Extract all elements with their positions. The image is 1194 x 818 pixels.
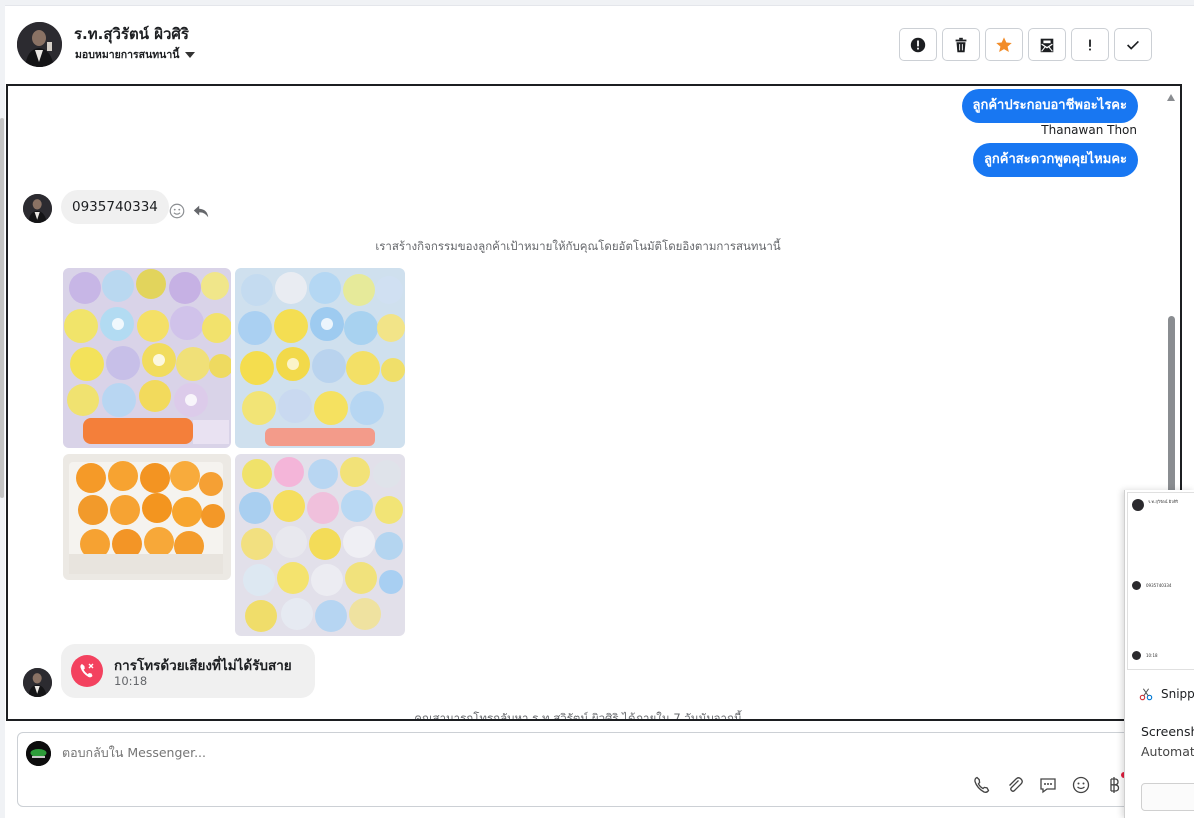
star-button[interactable]	[985, 28, 1023, 61]
assign-conversation-dropdown[interactable]: มอบหมายการสนทนานี้	[75, 46, 196, 63]
trash-icon	[955, 37, 967, 52]
snipping-title: Screenshot copied to clipboard	[1141, 724, 1194, 739]
snipping-action-button[interactable]	[1141, 783, 1194, 811]
missed-call-time: 10:18	[114, 674, 148, 688]
thumb-name: ร.ท.สุวิรัตน์ ผิวศิริ	[1148, 499, 1179, 504]
follow-up-button[interactable]	[1071, 28, 1109, 61]
sender-name: Thanawan Thon	[1041, 123, 1137, 137]
attach-button[interactable]	[1004, 774, 1025, 795]
thumb-avatar	[1132, 651, 1141, 660]
paperclip-icon	[1008, 776, 1023, 792]
exclamation-icon	[1089, 39, 1091, 50]
contact-avatar[interactable]	[23, 668, 52, 697]
missed-call-card[interactable]: การโทรด้วยเสียงที่ไม่ได้รับสาย 10:18	[61, 644, 315, 698]
outgoing-message[interactable]: ลูกค้าประกอบอาชีพอะไรคะ	[961, 89, 1138, 123]
missed-call-icon	[71, 655, 103, 687]
orange-jelly-box-photo[interactable]	[63, 454, 231, 580]
composer-tools	[971, 772, 1127, 795]
outgoing-message[interactable]: ลูกค้าสะดวกพูดคุยไหมคะ	[972, 143, 1138, 177]
phone-icon	[973, 776, 989, 793]
contact-name[interactable]: ร.ท.สุวิรัตน์ ผิวศิริ	[74, 22, 189, 46]
reply-icon[interactable]	[192, 202, 210, 220]
emoji-button[interactable]	[1070, 774, 1091, 795]
photo-image	[235, 454, 405, 636]
jelly-cups-photo-3[interactable]	[235, 454, 405, 636]
mail-open-icon	[1040, 38, 1054, 52]
contact-avatar-image	[23, 194, 52, 223]
contact-avatar-image	[23, 668, 52, 697]
star-icon	[996, 36, 1012, 52]
alert-circle-icon	[910, 37, 926, 52]
mark-done-button[interactable]	[1114, 28, 1152, 61]
jelly-cups-photo-1[interactable]	[63, 268, 231, 448]
call-button[interactable]	[971, 774, 992, 795]
check-icon	[1127, 40, 1139, 50]
contact-avatar[interactable]	[23, 194, 52, 223]
message-tools	[168, 202, 210, 220]
screenshot-thumbnail[interactable]: ร.ท.สุวิรัตน์ ผิวศิริ 0935740334 10:18	[1127, 492, 1194, 670]
scrollbar-thumb[interactable]	[1168, 316, 1175, 496]
photo-image	[63, 268, 231, 448]
snipping-tool-notification[interactable]: ร.ท.สุวิรัตน์ ผิวศิริ 0935740334 10:18 S…	[1124, 490, 1194, 818]
photo-image	[63, 454, 231, 580]
thumb-message: 10:18	[1146, 653, 1158, 658]
saved-replies-button[interactable]	[1037, 774, 1058, 795]
baht-icon	[1109, 776, 1119, 793]
emoji-icon	[1072, 776, 1089, 793]
missed-call-title: การโทรด้วยเสียงที่ไม่ได้รับสาย	[114, 658, 292, 674]
spam-button[interactable]	[899, 28, 937, 61]
caret-down-icon	[185, 51, 196, 58]
top-divider	[0, 0, 1194, 6]
snipping-app-name: Snipping Tool	[1161, 687, 1194, 701]
assign-label: มอบหมายการสนทนานี้	[75, 49, 180, 61]
callback-note: คุณสามารถโทรกลับหา ร.ท.สุวิรัตน์ ผิวศิริ…	[414, 711, 742, 721]
thumb-avatar	[1132, 581, 1141, 590]
scissors-icon	[1139, 688, 1153, 701]
messenger-inbox-page: ร.ท.สุวิรัตน์ ผิวศิริ มอบหมายการสนทนานี้	[0, 0, 1194, 818]
mark-unread-button[interactable]	[1028, 28, 1066, 61]
saved-reply-icon	[1039, 777, 1056, 793]
conversation-header: ร.ท.สุวิรัตน์ ผิวศิริ มอบหมายการสนทนานี้	[8, 8, 1174, 80]
header-actions	[899, 28, 1152, 61]
page-avatar	[26, 741, 51, 766]
incoming-message[interactable]: 0935740334	[61, 190, 169, 224]
payment-button[interactable]	[1103, 772, 1127, 795]
thumb-avatar	[1132, 499, 1144, 511]
snipping-subtitle: Automatically saved to screenshots folde…	[1141, 744, 1194, 759]
scroll-up-arrow-icon[interactable]	[1167, 94, 1175, 101]
page-logo	[26, 741, 51, 766]
system-note: เราสร้างกิจกรรมของลูกค้าเป้าหมายให้กับคุ…	[375, 239, 781, 253]
reply-input[interactable]	[62, 745, 762, 760]
thumb-message: 0935740334	[1146, 583, 1172, 588]
photo-grid	[63, 268, 405, 636]
emoji-react-icon[interactable]	[168, 202, 186, 220]
delete-button[interactable]	[942, 28, 980, 61]
snipping-tool-header: Snipping Tool	[1139, 687, 1194, 701]
photo-image	[235, 268, 405, 448]
reply-composer	[17, 732, 1137, 807]
left-panel-edge	[0, 0, 5, 818]
phone-missed-icon	[80, 663, 94, 678]
jelly-cups-photo-2[interactable]	[235, 268, 405, 448]
conversation-thread[interactable]: ลูกค้าประกอบอาชีพอะไรคะ Thanawan Thon ลู…	[6, 84, 1182, 721]
contact-avatar-image	[17, 22, 62, 67]
left-scrollbar[interactable]	[0, 118, 4, 498]
contact-avatar[interactable]	[17, 22, 62, 67]
